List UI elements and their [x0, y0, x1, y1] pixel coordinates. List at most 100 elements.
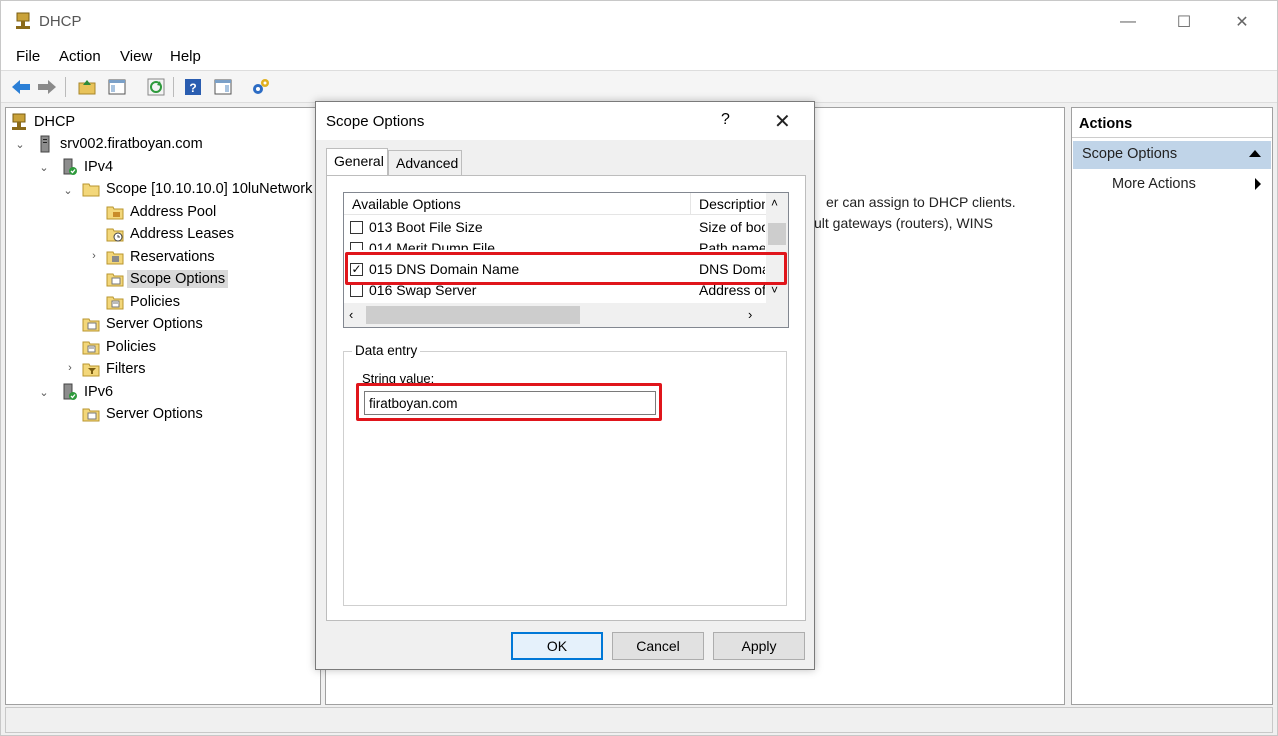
scroll-left-arrow-icon[interactable]: ‹ [349, 307, 353, 322]
submenu-arrow-icon [1255, 178, 1261, 190]
tree-node-scope[interactable]: Scope [10.10.10.0] 10luNetwork [82, 178, 312, 200]
general-tab-panel: Available Options Description 013 Boot F… [326, 175, 806, 621]
menu-file[interactable]: File [16, 48, 40, 65]
tree-label: DHCP [34, 114, 76, 130]
ok-button[interactable]: OK [511, 632, 603, 660]
option-checkbox[interactable] [350, 221, 363, 234]
server-options-icon [82, 408, 100, 422]
help-icon[interactable]: ? [181, 75, 205, 99]
tree-node-server[interactable]: srv002.firatboyan.com [36, 133, 203, 155]
scroll-right-arrow-icon[interactable]: › [748, 307, 752, 322]
tree-node-ipv4[interactable]: IPv4 [60, 156, 113, 178]
scroll-down-arrow-icon[interactable]: ˅ [771, 283, 778, 297]
list-header: Available Options Description [344, 193, 766, 215]
option-description: Path name [699, 240, 765, 250]
collapse-triangle-icon[interactable] [1249, 150, 1261, 157]
options-gears-icon[interactable] [249, 75, 273, 99]
dialog-close-button[interactable]: ✕ [774, 109, 791, 134]
column-header-available-options[interactable]: Available Options [352, 196, 682, 212]
dialog-help-button[interactable]: ? [721, 111, 730, 129]
menu-action[interactable]: Action [59, 48, 101, 65]
tree-node-ipv6-server-options[interactable]: Server Options [82, 403, 203, 425]
tree-label: IPv4 [84, 159, 114, 175]
folder-icon [82, 183, 100, 197]
forward-arrow-icon[interactable] [35, 75, 59, 99]
minimize-button[interactable]: — [1105, 7, 1151, 37]
apply-button[interactable]: Apply [713, 632, 805, 660]
show-hide-action-pane-icon[interactable] [211, 75, 235, 99]
window-title: DHCP [39, 13, 82, 30]
toolbar: ? [1, 71, 1277, 103]
policies-icon [82, 341, 100, 355]
address-pool-icon [106, 206, 124, 220]
tree-node-address-leases[interactable]: Address Leases [106, 223, 234, 245]
tree-node-policies[interactable]: Policies [82, 336, 156, 358]
actions-header: Actions [1072, 112, 1272, 138]
policies-icon [106, 296, 124, 310]
tree-label: IPv6 [84, 384, 114, 400]
string-value-input[interactable] [364, 391, 656, 415]
option-row-015[interactable]: ✓ 015 DNS Domain Name DNS Domain [344, 259, 766, 280]
tree-node-reservations[interactable]: Reservations [106, 246, 215, 268]
available-options-list[interactable]: Available Options Description 013 Boot F… [343, 192, 789, 328]
horizontal-scroll-thumb[interactable] [366, 306, 580, 324]
tab-advanced[interactable]: Advanced [388, 150, 462, 176]
scroll-up-arrow-icon[interactable]: ˄ [771, 196, 778, 210]
option-row-016[interactable]: 016 Swap Server Address of [344, 280, 766, 301]
option-name: 015 DNS Domain Name [369, 261, 520, 277]
dialog-title: Scope Options [326, 113, 425, 130]
collapse-chevron-icon[interactable]: ⌄ [62, 184, 74, 197]
tree-node-address-pool[interactable]: Address Pool [106, 201, 216, 223]
filters-icon [82, 363, 100, 377]
column-header-description[interactable]: Description [699, 196, 765, 212]
tree-node-dhcp[interactable]: DHCP [10, 111, 75, 133]
show-hide-tree-icon[interactable] [105, 75, 129, 99]
vertical-scrollbar[interactable]: ˄ ˅ [766, 193, 788, 303]
expand-chevron-icon[interactable]: › [64, 362, 76, 374]
option-row-014[interactable]: 014 Merit Dump File Path name [344, 238, 766, 250]
string-value-label: String value: [362, 371, 435, 386]
horizontal-scrollbar[interactable]: ‹ › [344, 303, 788, 327]
up-folder-icon[interactable] [75, 75, 99, 99]
tree-node-filters[interactable]: Filters [82, 358, 145, 380]
tree-node-scope-policies[interactable]: Policies [106, 291, 180, 313]
collapse-chevron-icon[interactable]: ⌄ [38, 386, 50, 399]
back-arrow-icon[interactable] [9, 75, 33, 99]
option-name: 013 Boot File Size [369, 219, 483, 235]
description-text-line-2: ult gateways (routers), WINS [814, 215, 993, 231]
refresh-icon[interactable] [144, 75, 168, 99]
scope-options-icon [106, 273, 124, 287]
menu-bar: File Action View Help [1, 43, 1277, 71]
actions-section-scope-options[interactable]: Scope Options [1073, 141, 1271, 169]
actions-section-label: Scope Options [1082, 146, 1178, 162]
status-bar [5, 707, 1273, 733]
column-separator[interactable] [690, 193, 691, 215]
ipv4-icon [63, 158, 77, 175]
more-actions-link[interactable]: More Actions [1112, 176, 1196, 192]
server-options-icon [82, 318, 100, 332]
svg-text:?: ? [189, 81, 196, 95]
collapse-chevron-icon[interactable]: ⌄ [14, 138, 26, 151]
option-row-013[interactable]: 013 Boot File Size Size of boot [344, 217, 766, 238]
tree-label: Server Options [106, 316, 203, 332]
maximize-button[interactable]: ☐ [1161, 7, 1207, 37]
menu-help[interactable]: Help [170, 48, 201, 65]
toolbar-separator [173, 77, 174, 97]
vertical-scroll-thumb[interactable] [768, 223, 786, 245]
tree-node-scope-options[interactable]: Scope Options [106, 268, 229, 290]
tree-node-server-options[interactable]: Server Options [82, 313, 203, 335]
tree-node-ipv6[interactable]: IPv6 [60, 381, 113, 403]
option-checkbox[interactable] [350, 284, 363, 297]
menu-view[interactable]: View [120, 48, 152, 65]
collapse-chevron-icon[interactable]: ⌄ [38, 161, 50, 174]
cancel-button[interactable]: Cancel [612, 632, 704, 660]
console-tree: DHCP ⌄ srv002.firatboyan.com ⌄ IPv4 ⌄ Sc… [5, 107, 321, 705]
close-button[interactable]: ✕ [1219, 7, 1265, 37]
option-checkbox-checked[interactable]: ✓ [350, 263, 363, 276]
expand-chevron-icon[interactable]: › [88, 250, 100, 262]
option-checkbox[interactable] [350, 242, 363, 250]
tree-label: Server Options [106, 406, 203, 422]
tab-general[interactable]: General [326, 148, 388, 175]
toolbar-separator [65, 77, 66, 97]
tree-label: Address Pool [130, 204, 217, 220]
